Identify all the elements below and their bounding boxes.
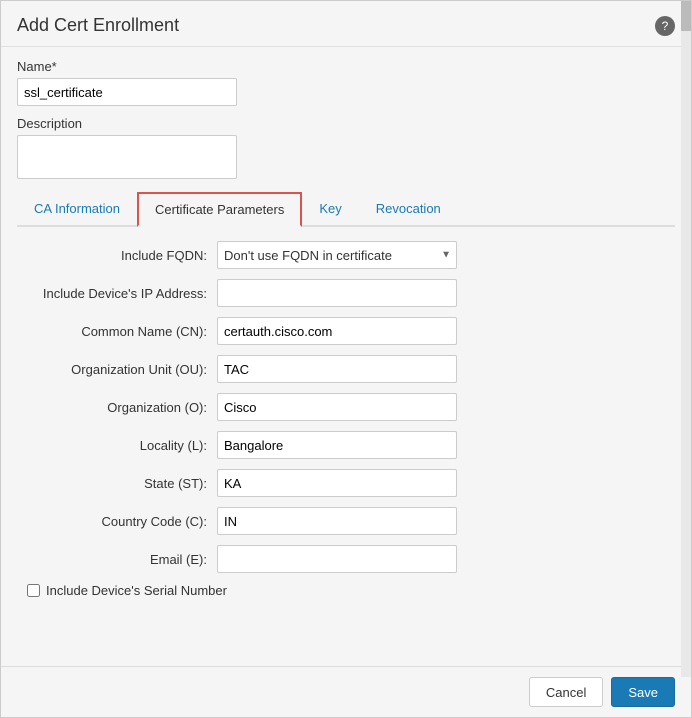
include-device-ip-input[interactable] xyxy=(217,279,457,307)
dialog-title: Add Cert Enrollment xyxy=(17,15,179,36)
save-button[interactable]: Save xyxy=(611,677,675,707)
name-field-group: Name* xyxy=(17,59,675,106)
country-row: Country Code (C): xyxy=(17,507,675,535)
tabs: CA Information Certificate Parameters Ke… xyxy=(17,192,675,227)
description-label: Description xyxy=(17,116,675,131)
include-device-ip-input-wrapper xyxy=(217,279,457,307)
organization-row: Organization (O): xyxy=(17,393,675,421)
tab-key[interactable]: Key xyxy=(302,192,358,227)
state-label: State (ST): xyxy=(17,476,217,491)
tab-revocation[interactable]: Revocation xyxy=(359,192,458,227)
tab-certificate-parameters[interactable]: Certificate Parameters xyxy=(137,192,302,227)
dialog-header: Add Cert Enrollment ? xyxy=(1,1,691,47)
organization-input[interactable] xyxy=(217,393,457,421)
add-cert-enrollment-dialog: Add Cert Enrollment ? Name* Description … xyxy=(0,0,692,718)
include-device-ip-row: Include Device's IP Address: xyxy=(17,279,675,307)
serial-number-row: Include Device's Serial Number xyxy=(27,583,675,598)
organization-input-wrapper xyxy=(217,393,457,421)
serial-number-checkbox[interactable] xyxy=(27,584,40,597)
common-name-input-wrapper xyxy=(217,317,457,345)
description-field-group: Description xyxy=(17,116,675,182)
include-fqdn-select[interactable]: Don't use FQDN in certificate Use device… xyxy=(217,241,457,269)
include-fqdn-label: Include FQDN: xyxy=(17,248,217,263)
include-fqdn-input-wrapper: Don't use FQDN in certificate Use device… xyxy=(217,241,457,269)
org-unit-input-wrapper xyxy=(217,355,457,383)
country-input[interactable] xyxy=(217,507,457,535)
state-input-wrapper xyxy=(217,469,457,497)
dialog-body: Name* Description CA Information Certifi… xyxy=(1,47,691,666)
state-input[interactable] xyxy=(217,469,457,497)
common-name-row: Common Name (CN): xyxy=(17,317,675,345)
dialog-footer: Cancel Save xyxy=(1,666,691,717)
tab-ca-information[interactable]: CA Information xyxy=(17,192,137,227)
description-input[interactable] xyxy=(17,135,237,179)
email-input[interactable] xyxy=(217,545,457,573)
locality-input-wrapper xyxy=(217,431,457,459)
scrollbar-thumb[interactable] xyxy=(681,1,691,31)
cancel-button[interactable]: Cancel xyxy=(529,677,603,707)
org-unit-row: Organization Unit (OU): xyxy=(17,355,675,383)
serial-number-label: Include Device's Serial Number xyxy=(46,583,227,598)
name-label: Name* xyxy=(17,59,675,74)
country-input-wrapper xyxy=(217,507,457,535)
locality-input[interactable] xyxy=(217,431,457,459)
help-icon[interactable]: ? xyxy=(655,16,675,36)
locality-row: Locality (L): xyxy=(17,431,675,459)
org-unit-input[interactable] xyxy=(217,355,457,383)
email-input-wrapper xyxy=(217,545,457,573)
include-device-ip-label: Include Device's IP Address: xyxy=(17,286,217,301)
tab-content-certificate-parameters: Include FQDN: Don't use FQDN in certific… xyxy=(17,227,675,598)
common-name-label: Common Name (CN): xyxy=(17,324,217,339)
scrollbar-track[interactable] xyxy=(681,1,691,677)
org-unit-label: Organization Unit (OU): xyxy=(17,362,217,377)
include-fqdn-row: Include FQDN: Don't use FQDN in certific… xyxy=(17,241,675,269)
email-row: Email (E): xyxy=(17,545,675,573)
common-name-input[interactable] xyxy=(217,317,457,345)
email-label: Email (E): xyxy=(17,552,217,567)
country-label: Country Code (C): xyxy=(17,514,217,529)
name-input[interactable] xyxy=(17,78,237,106)
include-fqdn-select-wrapper: Don't use FQDN in certificate Use device… xyxy=(217,241,457,269)
locality-label: Locality (L): xyxy=(17,438,217,453)
organization-label: Organization (O): xyxy=(17,400,217,415)
state-row: State (ST): xyxy=(17,469,675,497)
